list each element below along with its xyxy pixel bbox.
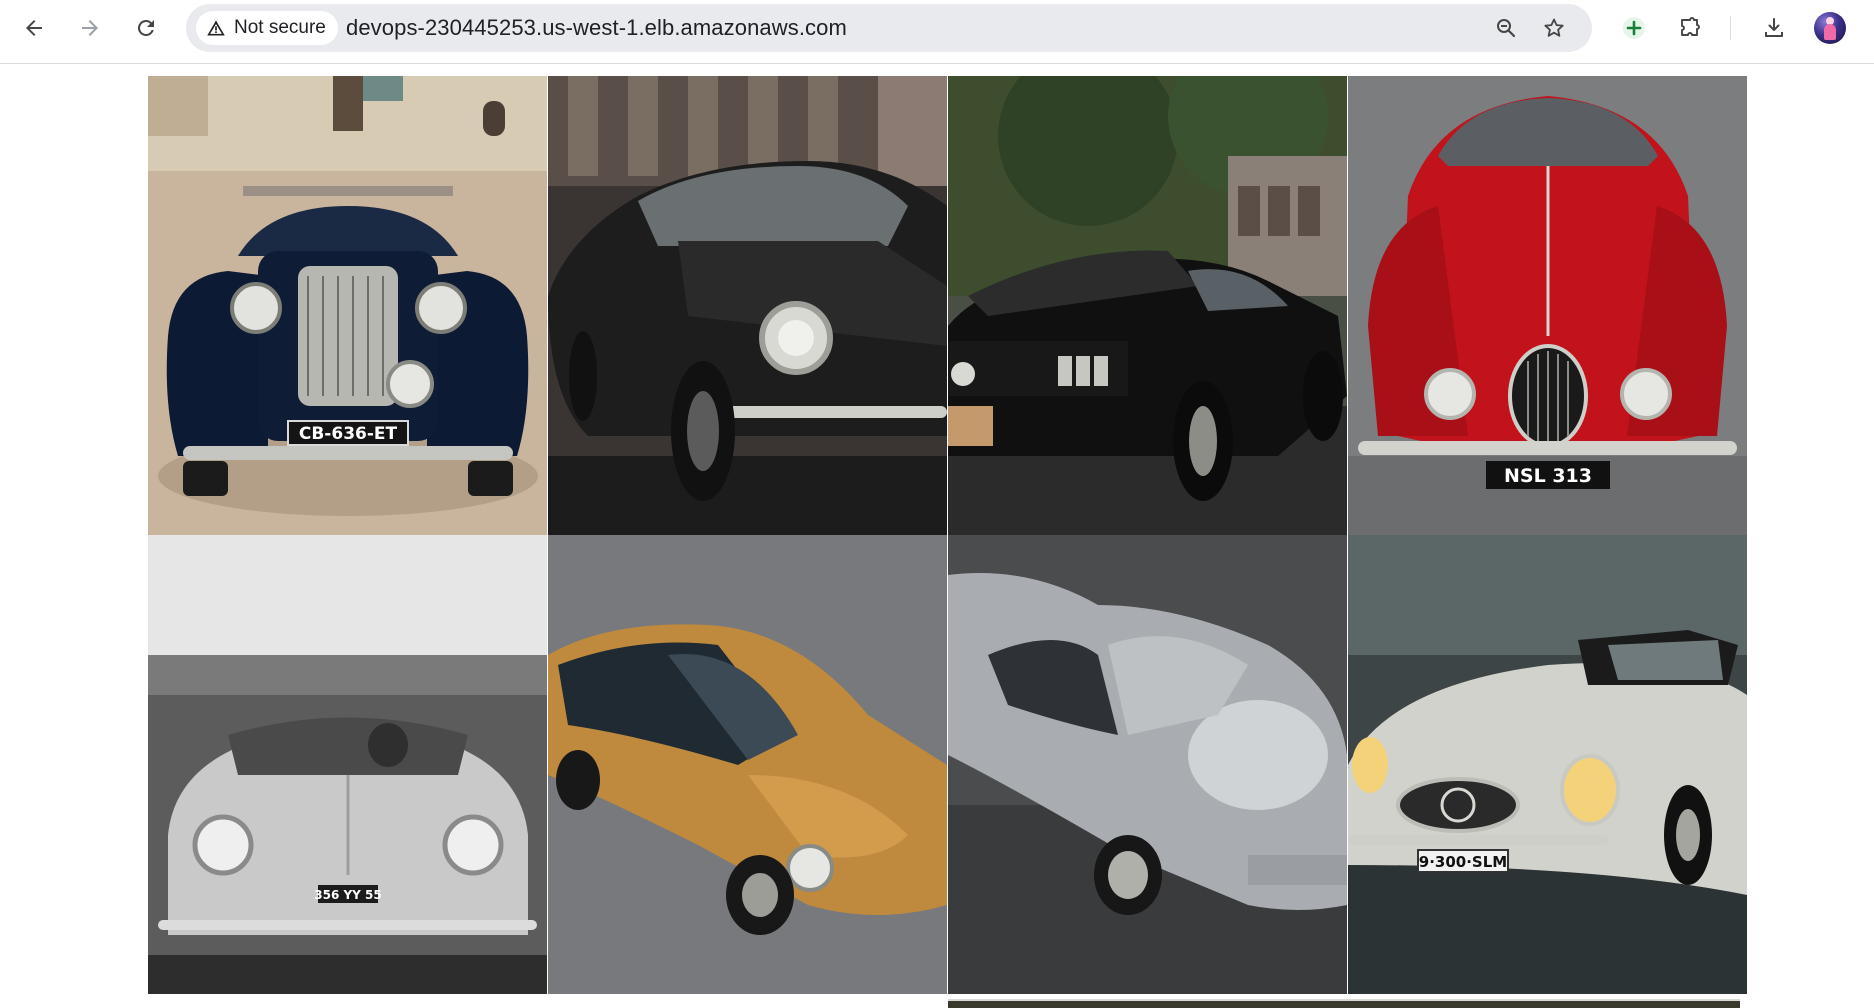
photo-5-plate: 356 YY 55 — [314, 888, 381, 902]
car-photo-2[interactable] — [548, 76, 947, 535]
extensions-button[interactable] — [1670, 8, 1710, 48]
car-photo-1[interactable]: CB-636-ET — [148, 76, 547, 535]
back-button[interactable] — [14, 8, 54, 48]
bookmark-button[interactable] — [1534, 8, 1574, 48]
car-photo-5[interactable]: 356 YY 55 — [148, 535, 547, 994]
profile-avatar[interactable] — [1814, 12, 1846, 44]
site-info-chip[interactable]: Not secure — [196, 11, 338, 45]
arrow-right-icon — [82, 20, 98, 36]
add-extension-button[interactable] — [1614, 8, 1654, 48]
car-photo-8-image: 9·300·SLM — [1348, 535, 1747, 994]
car-photo-6-image — [548, 535, 947, 994]
photo-gallery: CB-636-ET NSL 313 356 YY 55 9·300·SLM — [148, 76, 1747, 994]
car-photo-3[interactable] — [948, 76, 1347, 535]
photo-8-plate: 9·300·SLM — [1419, 853, 1507, 871]
toolbar-divider — [1730, 16, 1731, 40]
download-icon — [1765, 18, 1783, 37]
url-text[interactable]: devops-230445253.us-west-1.elb.amazonaws… — [346, 4, 847, 52]
avatar-figure — [1824, 24, 1836, 40]
reload-icon — [137, 19, 154, 36]
car-photo-4[interactable]: NSL 313 — [1348, 76, 1747, 535]
car-photo-1-image: CB-636-ET — [148, 76, 547, 535]
car-photo-7[interactable] — [948, 535, 1347, 994]
security-label: Not secure — [234, 17, 326, 38]
forward-button[interactable] — [70, 8, 110, 48]
car-photo-6[interactable] — [548, 535, 947, 994]
star-icon — [1544, 18, 1564, 37]
reload-button[interactable] — [126, 8, 166, 48]
car-photo-8[interactable]: 9·300·SLM — [1348, 535, 1747, 994]
address-bar[interactable]: Not secure devops-230445253.us-west-1.el… — [186, 4, 1592, 52]
car-photo-5-image: 356 YY 55 — [148, 535, 547, 994]
plus-circle-icon — [1623, 17, 1645, 39]
car-photo-4-image: NSL 313 — [1348, 76, 1747, 535]
car-photo-3-image — [948, 76, 1347, 535]
next-row-photo-edge — [948, 999, 1740, 1008]
photo-1-plate: CB-636-ET — [299, 424, 398, 444]
puzzle-icon — [1681, 17, 1700, 36]
warning-triangle-icon — [207, 20, 225, 36]
photo-4-plate: NSL 313 — [1504, 465, 1592, 487]
downloads-button[interactable] — [1754, 8, 1794, 48]
car-photo-7-image — [948, 535, 1347, 994]
browser-toolbar: Not secure devops-230445253.us-west-1.el… — [0, 0, 1874, 64]
arrow-left-icon — [26, 20, 42, 36]
car-photo-2-image — [548, 76, 947, 535]
zoom-out-icon — [1497, 19, 1516, 38]
zoom-button[interactable] — [1486, 8, 1526, 48]
